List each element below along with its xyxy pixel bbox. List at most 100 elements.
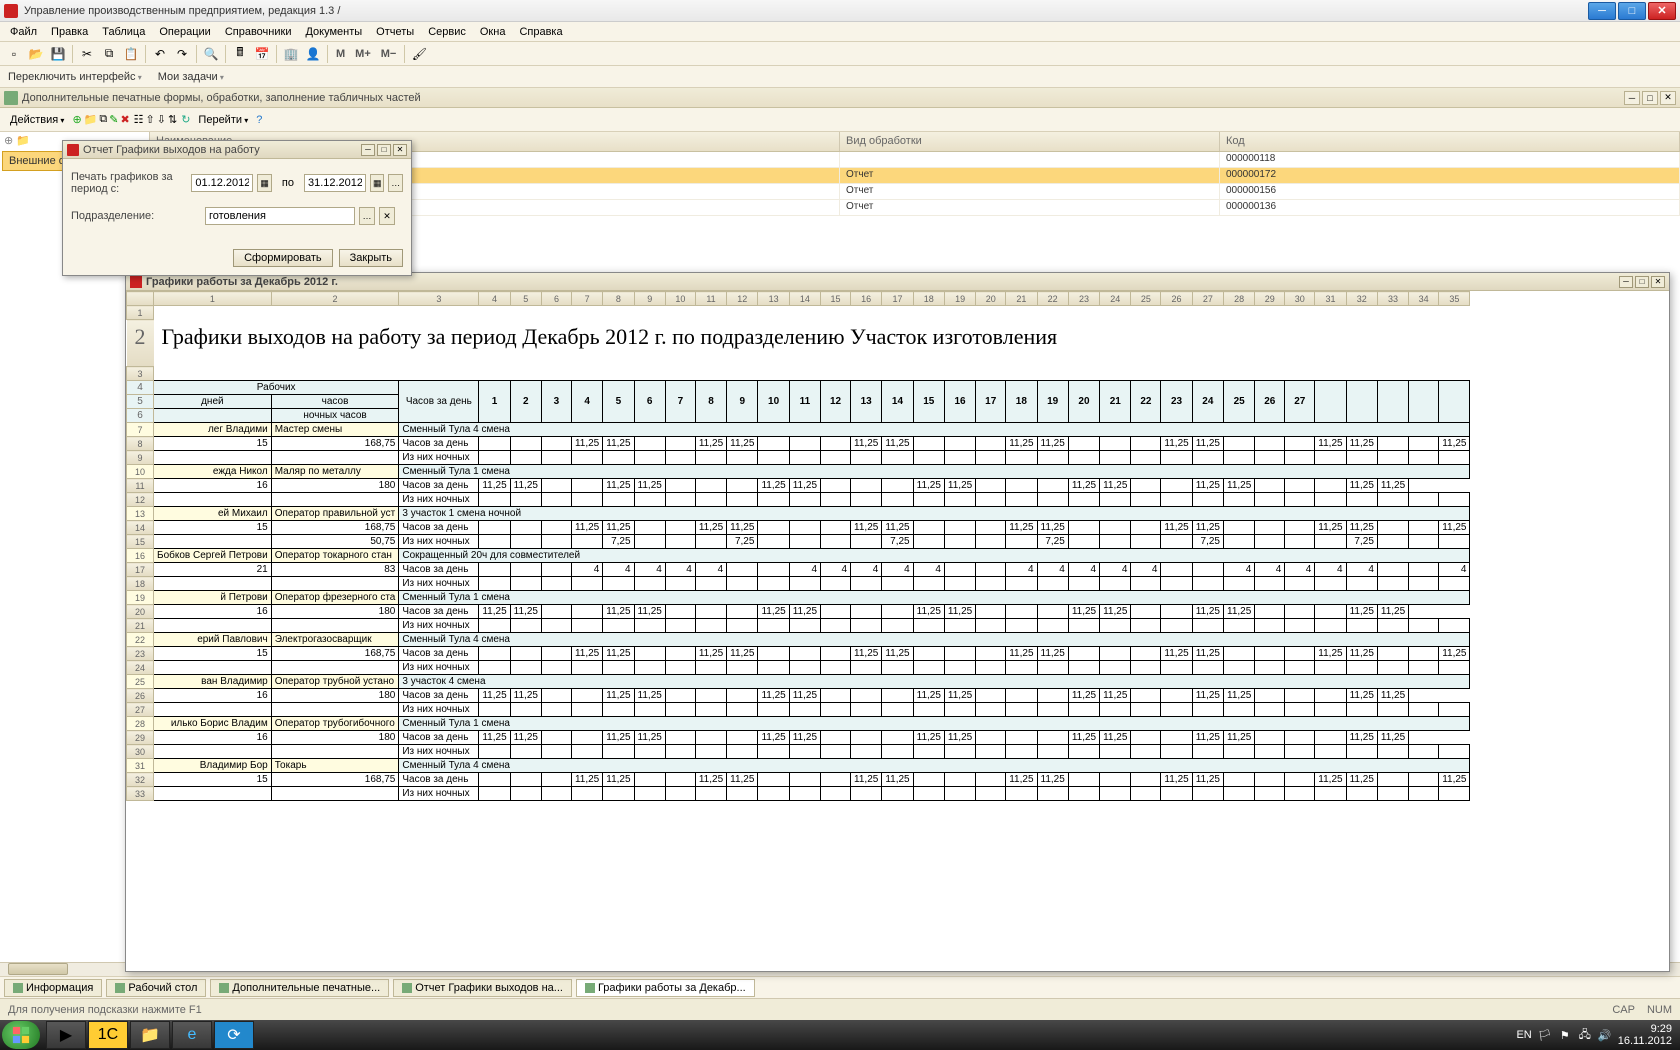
generate-button[interactable]: Сформировать [233, 249, 333, 267]
window-tabs: Информация Рабочий стол Дополнительные п… [0, 976, 1680, 998]
calc-icon[interactable]: 🖩 [230, 44, 250, 64]
tab-icon [13, 983, 23, 993]
date-from-input[interactable] [191, 174, 253, 192]
switch-interface-dropdown[interactable]: Переключить интерфейс [4, 69, 146, 85]
tab-icon [219, 983, 229, 993]
maximize-button[interactable]: □ [1618, 2, 1646, 20]
taskbar-app-icon[interactable]: ⟳ [214, 1021, 254, 1049]
save-icon[interactable]: 💾 [48, 44, 68, 64]
dialog-titlebar[interactable]: Отчет Графики выходов на работу ─ □ ✕ [63, 141, 411, 159]
menu-edit[interactable]: Правка [45, 24, 94, 40]
tab-report[interactable]: Отчет Графики выходов на... [393, 979, 572, 997]
report-minimize-button[interactable]: ─ [1619, 276, 1633, 288]
tab-extforms[interactable]: Дополнительные печатные... [210, 979, 389, 997]
menu-windows[interactable]: Окна [474, 24, 512, 40]
dept-clear-button[interactable]: ✕ [379, 207, 395, 225]
taskbar-explorer-icon[interactable]: 📁 [130, 1021, 170, 1049]
edit-icon[interactable]: ✎ [109, 113, 118, 126]
dialog-maximize-button[interactable]: □ [377, 144, 391, 156]
tab-schedule[interactable]: Графики работы за Декабр... [576, 979, 755, 997]
copy-icon[interactable]: ⧉ [99, 44, 119, 64]
date-to-input[interactable] [304, 174, 366, 192]
brush-icon[interactable]: 🖌 [409, 44, 429, 64]
report-close-button[interactable]: ✕ [1651, 276, 1665, 288]
tray-network-icon[interactable]: 🖧 [1578, 1028, 1592, 1042]
sheet-row[interactable]: 1 [127, 306, 1470, 320]
minimize-button[interactable]: ─ [1588, 2, 1616, 20]
add-icon[interactable]: ⊕ [72, 113, 81, 126]
copy-row-icon[interactable]: ⧉ [99, 113, 107, 126]
add-group-icon[interactable]: 📁 [84, 113, 98, 126]
org-icon[interactable]: 🏢 [281, 44, 301, 64]
taskbar-1c-icon[interactable]: 1C [88, 1021, 128, 1049]
workspace: ⊕ 📁 Внешние обработ Наименование Вид обр… [0, 132, 1680, 976]
dialog-minimize-button[interactable]: ─ [361, 144, 375, 156]
memory-mminus-icon[interactable]: M− [377, 48, 401, 60]
tab-icon [585, 983, 595, 993]
report-title: Графики работы за Декабрь 2012 г. [146, 276, 1619, 288]
report-window: Графики работы за Декабрь 2012 г. ─ □ ✕ … [125, 272, 1670, 972]
goto-dropdown[interactable]: Перейти [192, 112, 254, 128]
tray-lang[interactable]: EN [1516, 1029, 1531, 1041]
date-to-picker-icon[interactable]: ▦ [370, 174, 385, 192]
actions-dropdown[interactable]: Действия [4, 112, 70, 128]
date-from-picker-icon[interactable]: ▦ [257, 174, 272, 192]
tab-desktop[interactable]: Рабочий стол [106, 979, 206, 997]
dept-select-button[interactable]: … [359, 207, 375, 225]
report-maximize-button[interactable]: □ [1635, 276, 1649, 288]
dept-input[interactable] [205, 207, 355, 225]
tab-icon [115, 983, 125, 993]
tray-volume-icon[interactable]: 🔊 [1598, 1028, 1612, 1042]
menu-docs[interactable]: Документы [299, 24, 368, 40]
menu-reports[interactable]: Отчеты [370, 24, 420, 40]
sheet-row[interactable]: 3 [127, 367, 1470, 381]
help-icon[interactable]: ? [256, 114, 262, 126]
grid-col-code[interactable]: Код [1220, 132, 1680, 151]
menu-service[interactable]: Сервис [422, 24, 472, 40]
calendar-icon[interactable]: 📅 [252, 44, 272, 64]
dialog-close-button[interactable]: ✕ [393, 144, 407, 156]
spreadsheet[interactable]: 1234567891011121314151617181920212223242… [126, 291, 1669, 971]
status-cap: CAP [1612, 1004, 1635, 1016]
search-icon[interactable]: 🔍 [201, 44, 221, 64]
move-up-icon[interactable]: ⇧ [146, 113, 155, 126]
menu-file[interactable]: Файл [4, 24, 43, 40]
new-icon[interactable]: ▫ [4, 44, 24, 64]
open-icon[interactable]: 📂 [26, 44, 46, 64]
start-button[interactable] [2, 1021, 40, 1049]
close-dialog-button[interactable]: Закрыть [339, 249, 403, 267]
sort-icon[interactable]: ⇅ [168, 113, 177, 126]
menu-refs[interactable]: Справочники [219, 24, 298, 40]
taskbar-ie-icon[interactable]: e [172, 1021, 212, 1049]
tray-clock[interactable]: 9:29 16.11.2012 [1618, 1023, 1672, 1047]
module-close-button[interactable]: ✕ [1660, 91, 1676, 105]
menu-table[interactable]: Таблица [96, 24, 151, 40]
close-button[interactable]: ✕ [1648, 2, 1676, 20]
user-icon[interactable]: 👤 [303, 44, 323, 64]
tray-flag-icon[interactable]: 🏳 [1538, 1028, 1552, 1042]
redo-icon[interactable]: ↷ [172, 44, 192, 64]
delete-icon[interactable]: ✖ [120, 113, 129, 126]
taskbar-mediaplayer-icon[interactable]: ▶ [46, 1021, 86, 1049]
memory-m-icon[interactable]: M [332, 48, 349, 60]
hierarchy-icon[interactable]: ☷ [134, 113, 144, 126]
module-header: Дополнительные печатные формы, обработки… [0, 88, 1680, 108]
my-tasks-dropdown[interactable]: Мои задачи [154, 69, 228, 85]
memory-mplus-icon[interactable]: M+ [351, 48, 375, 60]
paste-icon[interactable]: 📋 [121, 44, 141, 64]
status-bar: Для получения подсказки нажмите F1 CAP N… [0, 998, 1680, 1020]
refresh-icon[interactable]: ↻ [181, 113, 190, 126]
move-down-icon[interactable]: ⇩ [157, 113, 166, 126]
grid-col-type[interactable]: Вид обработки [840, 132, 1220, 151]
menu-help[interactable]: Справка [513, 24, 568, 40]
report-icon [130, 276, 142, 288]
tab-info[interactable]: Информация [4, 979, 102, 997]
tray-action-center-icon[interactable]: ⚑ [1558, 1028, 1572, 1042]
dept-label: Подразделение: [71, 210, 201, 222]
period-select-button[interactable]: … [388, 174, 403, 192]
undo-icon[interactable]: ↶ [150, 44, 170, 64]
module-maximize-button[interactable]: □ [1642, 91, 1658, 105]
menu-operations[interactable]: Операции [153, 24, 216, 40]
cut-icon[interactable]: ✂ [77, 44, 97, 64]
module-minimize-button[interactable]: ─ [1624, 91, 1640, 105]
